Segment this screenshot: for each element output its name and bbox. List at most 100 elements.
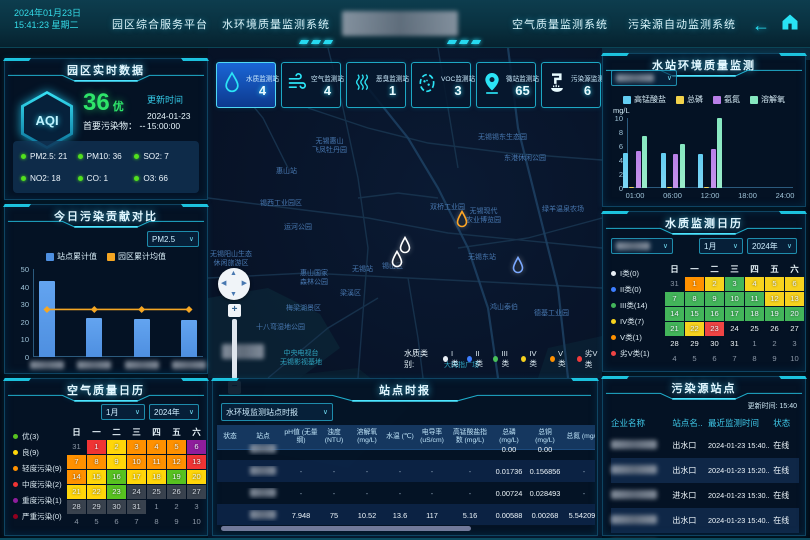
nav-tab-2[interactable]: 空气质量监测系统 <box>512 16 608 32</box>
calendar-day[interactable]: 3 <box>127 440 146 454</box>
calendar-day[interactable]: 25 <box>745 322 764 336</box>
horizontal-scrollbar[interactable] <box>221 526 471 531</box>
nav-tab-1[interactable]: 水环境质量监测系统 <box>222 16 330 32</box>
zoom-in-button[interactable]: + <box>228 304 241 317</box>
water-drop-marker[interactable] <box>454 210 470 230</box>
calendar-day[interactable]: 2 <box>705 277 724 291</box>
calendar-day[interactable]: 5 <box>765 277 784 291</box>
calendar-day[interactable]: 21 <box>67 485 86 499</box>
calendar-day[interactable]: 14 <box>665 307 684 321</box>
calendar-day[interactable]: 10 <box>127 455 146 469</box>
calendar-day[interactable]: 2 <box>107 440 126 454</box>
calendar-day[interactable]: 30 <box>107 500 126 514</box>
calendar-day[interactable]: 14 <box>67 470 86 484</box>
table-row[interactable]: 出水口2024-01-23 15:20..在线 <box>611 458 799 483</box>
nav-tab-3[interactable]: 污染源自动监测系统 <box>628 16 736 32</box>
calendar-day[interactable]: 10 <box>725 292 744 306</box>
station-filter-factory[interactable]: 污染源监测6 <box>541 62 601 108</box>
table-row[interactable]: 出水口2024-01-23 15:40..在线 <box>611 508 799 533</box>
calendar-day[interactable]: 22 <box>87 485 106 499</box>
calendar-day[interactable]: 26 <box>167 485 186 499</box>
table-row[interactable]: ------0.017360.156856-- <box>217 460 595 482</box>
pan-left-icon[interactable]: ◀ <box>221 279 226 287</box>
station-filter-wind[interactable]: 空气监测站4 <box>281 62 341 108</box>
year-select[interactable]: 2024年∨ <box>747 238 797 254</box>
table-row[interactable]: 进水口2024-01-23 15:30..在线 <box>611 483 799 508</box>
calendar-day[interactable]: 13 <box>187 455 206 469</box>
calendar-day[interactable]: 28 <box>665 337 684 351</box>
calendar-day[interactable]: 19 <box>167 470 186 484</box>
water-station-select[interactable]: ∨ <box>611 70 677 86</box>
year-select[interactable]: 2024年∨ <box>149 404 199 420</box>
report-type-select[interactable]: 水环境监测站点时报∨ <box>221 403 333 421</box>
calendar-day[interactable]: 31 <box>127 500 146 514</box>
calendar-day[interactable]: 8 <box>87 455 106 469</box>
calendar-day[interactable]: 6 <box>785 277 804 291</box>
water-drop-marker[interactable] <box>389 250 405 270</box>
calendar-day[interactable]: 15 <box>685 307 704 321</box>
month-select[interactable]: 1月∨ <box>101 404 145 420</box>
calendar-day[interactable]: 15 <box>87 470 106 484</box>
calendar-day[interactable]: 1 <box>685 277 704 291</box>
calendar-day[interactable]: 17 <box>725 307 744 321</box>
calendar-day[interactable]: 4 <box>745 277 764 291</box>
calendar-day[interactable]: 4 <box>147 440 166 454</box>
calendar-day[interactable]: 29 <box>87 500 106 514</box>
water-drop-marker[interactable] <box>510 256 526 276</box>
calendar-day[interactable]: 9 <box>705 292 724 306</box>
calendar-day[interactable]: 27 <box>187 485 206 499</box>
pollutant-select[interactable]: PM2.5∨ <box>147 231 199 247</box>
calendar-day[interactable]: 30 <box>705 337 724 351</box>
table-row[interactable]: 进水口2024-01-23 15:40..在线 <box>611 533 799 540</box>
station-filter-water-drop[interactable]: 水质监测站4 <box>216 62 276 108</box>
calendar-day[interactable]: 12 <box>765 292 784 306</box>
calendar-day[interactable]: 11 <box>745 292 764 306</box>
calendar-day[interactable]: 31 <box>725 337 744 351</box>
table-row[interactable]: 7.9487510.5213.61175.160.005880.002685.5… <box>217 504 595 525</box>
calendar-day[interactable]: 23 <box>705 322 724 336</box>
calendar-day[interactable]: 20 <box>785 307 804 321</box>
back-arrow-icon[interactable]: ← <box>752 14 770 36</box>
calendar-day[interactable]: 29 <box>685 337 704 351</box>
home-icon[interactable] <box>780 12 800 37</box>
table-row[interactable]: 出水口2024-01-23 15:40..在线 <box>611 433 799 458</box>
nav-tab-0[interactable]: 园区综合服务平台 <box>112 16 208 32</box>
water-cal-station-select[interactable]: ∨ <box>611 238 673 254</box>
calendar-day[interactable]: 24 <box>127 485 146 499</box>
calendar-day[interactable]: 8 <box>685 292 704 306</box>
calendar-day[interactable]: 12 <box>167 455 186 469</box>
calendar-day[interactable]: 26 <box>765 322 784 336</box>
calendar-day[interactable]: 1 <box>87 440 106 454</box>
calendar-day[interactable]: 23 <box>107 485 126 499</box>
pan-down-icon[interactable]: ▼ <box>230 291 237 298</box>
calendar-day[interactable]: 18 <box>147 470 166 484</box>
month-select[interactable]: 1月∨ <box>699 238 743 254</box>
calendar-day[interactable]: 24 <box>725 322 744 336</box>
calendar-day[interactable]: 18 <box>745 307 764 321</box>
calendar-day[interactable]: 5 <box>167 440 186 454</box>
calendar-day[interactable]: 13 <box>785 292 804 306</box>
station-filter-odor[interactable]: 恶臭监测站1 <box>346 62 406 108</box>
map-pan-control[interactable]: ▲ ▼ ◀ ▶ <box>218 268 250 300</box>
calendar-day[interactable]: 25 <box>147 485 166 499</box>
calendar-day[interactable]: 16 <box>107 470 126 484</box>
calendar-day[interactable]: 22 <box>685 322 704 336</box>
calendar-day[interactable]: 16 <box>705 307 724 321</box>
calendar-day[interactable]: 7 <box>665 292 684 306</box>
calendar-day[interactable]: 11 <box>147 455 166 469</box>
calendar-day[interactable]: 7 <box>67 455 86 469</box>
calendar-day[interactable]: 3 <box>725 277 744 291</box>
calendar-day[interactable]: 28 <box>67 500 86 514</box>
calendar-day[interactable]: 9 <box>107 455 126 469</box>
zoom-slider[interactable] <box>232 319 237 379</box>
pan-up-icon[interactable]: ▲ <box>230 270 237 277</box>
calendar-day[interactable]: 6 <box>187 440 206 454</box>
calendar-day[interactable]: 17 <box>127 470 146 484</box>
calendar-day[interactable]: 19 <box>765 307 784 321</box>
calendar-day[interactable]: 27 <box>785 322 804 336</box>
pan-right-icon[interactable]: ▶ <box>242 279 247 287</box>
table-row[interactable]: ------0.007240.028493-- <box>217 482 595 504</box>
station-filter-pin[interactable]: 微站监测站65 <box>476 62 536 108</box>
station-filter-voc[interactable]: VOC监测站3 <box>411 62 471 108</box>
calendar-day[interactable]: 21 <box>665 322 684 336</box>
